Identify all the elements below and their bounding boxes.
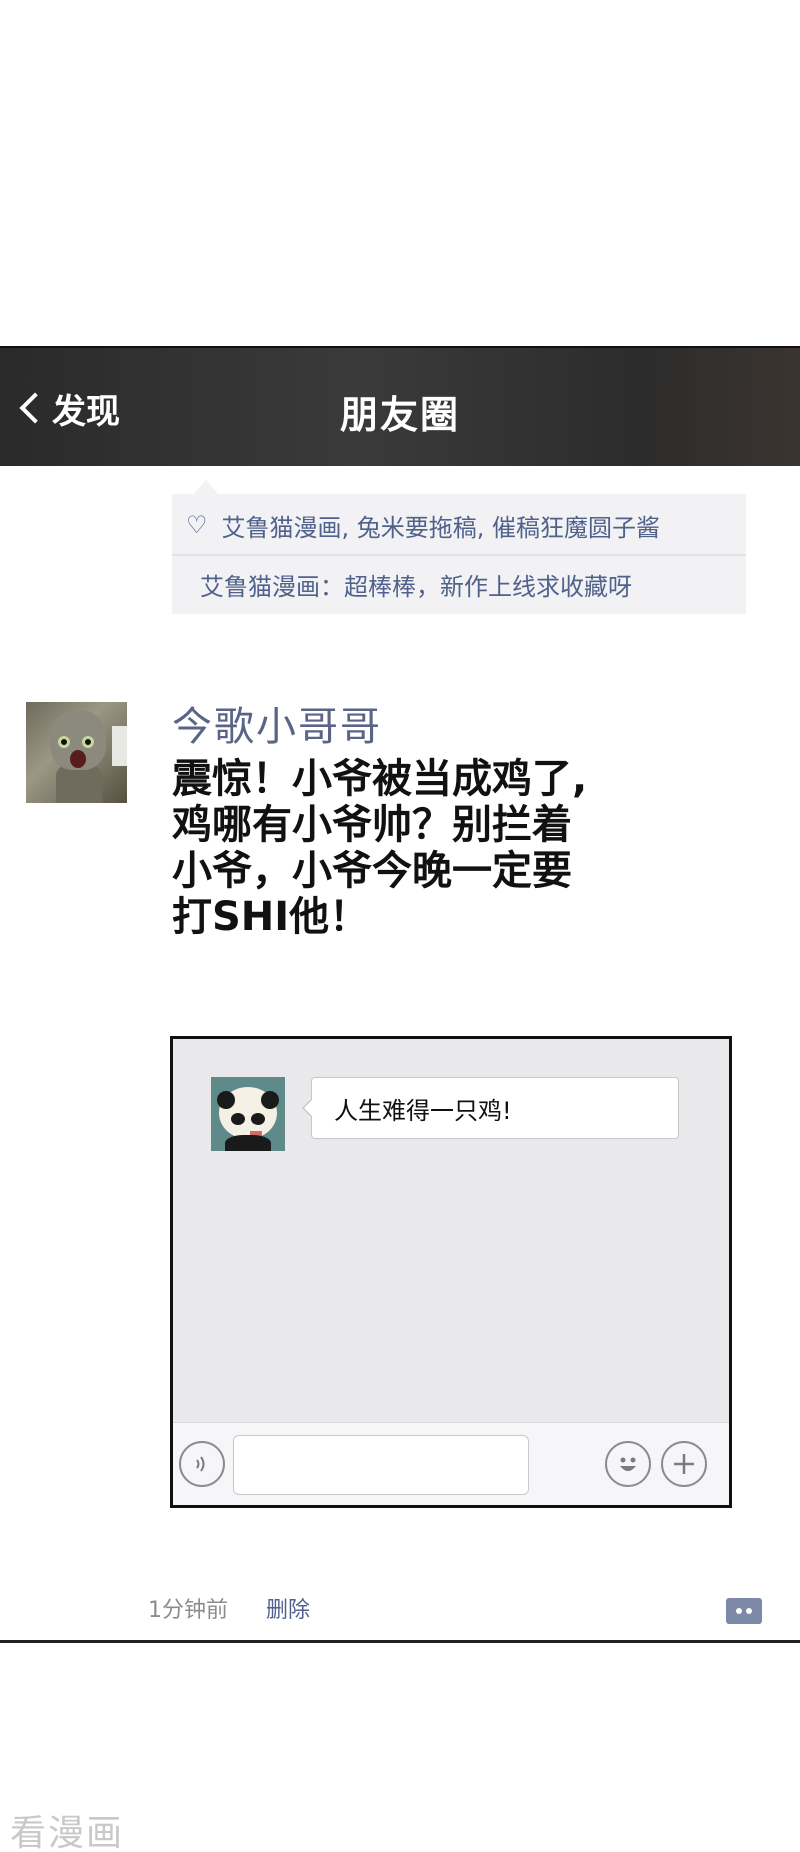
heart-icon: ♡ (186, 511, 208, 539)
watermark: 看漫画 (10, 1813, 125, 1852)
likes-row: ♡ 艾鲁猫漫画, 兔米要拖稿, 催稿狂魔圆子酱 (186, 508, 660, 542)
post-text: 震惊！小爷被当成鸡了, 鸡哪有小爷帅？别拦着 小爷，小爷今晚一定要 打SHI他！ (172, 756, 692, 940)
divider (172, 554, 746, 556)
panda-face (217, 1087, 279, 1141)
chat-screenshot-image[interactable]: 人生难得一只鸡! (170, 1036, 732, 1508)
panda-eye-right (251, 1113, 265, 1125)
plus-icon-graphic (674, 1454, 694, 1474)
comment-author[interactable]: 艾鲁猫漫画 (200, 567, 320, 602)
avatar-stripe (112, 726, 127, 766)
panda-avatar (211, 1077, 285, 1151)
moments-screen: 发现 朋友圈 ♡ 艾鲁猫漫画, 兔米要拖稿, 催稿狂魔圆子酱 艾鲁猫漫画 ： 超… (0, 346, 800, 1643)
panda-eye-left (231, 1113, 245, 1125)
comment-icon[interactable] (726, 1598, 762, 1624)
navbar: 发现 朋友圈 (0, 346, 800, 466)
likes-list[interactable]: 艾鲁猫漫画, 兔米要拖稿, 催稿狂魔圆子酱 (222, 508, 661, 543)
page-title: 朋友圈 (339, 393, 460, 437)
chat-message-bubble: 人生难得一只鸡! (302, 1077, 679, 1139)
panda-ear-left (217, 1091, 235, 1109)
likes-comments-box: ♡ 艾鲁猫漫画, 兔米要拖稿, 催稿狂魔圆子酱 艾鲁猫漫画 ： 超棒棒，新作上线… (172, 480, 746, 614)
comment-item[interactable]: 艾鲁猫漫画 ： 超棒棒，新作上线求收藏呀 (200, 566, 632, 602)
post-line: 鸡哪有小爷帅？别拦着 (172, 802, 572, 848)
post-line: 小爷，小爷今晚一定要 (172, 848, 572, 894)
top-blank-area (0, 0, 800, 346)
panda-body (225, 1135, 271, 1151)
post-line: 震惊！小爷被当成鸡了, (172, 756, 588, 802)
comment-icon-dot (746, 1608, 752, 1614)
panda-ear-right (261, 1091, 279, 1109)
post-time: 1分钟前 (148, 1598, 228, 1623)
emoji-icon[interactable] (605, 1441, 651, 1487)
emoji-icon-graphic (620, 1457, 636, 1471)
voice-icon[interactable] (179, 1441, 225, 1487)
plus-icon[interactable] (661, 1441, 707, 1487)
delete-button[interactable]: 删除 (266, 1592, 310, 1624)
cat-eye-left (58, 736, 70, 748)
poster-name[interactable]: 今歌小哥哥 (172, 694, 382, 752)
chat-text-input[interactable] (233, 1435, 529, 1495)
voice-icon-graphic (196, 1456, 205, 1472)
post-line: 打SHI他！ (172, 894, 370, 940)
cat-eye-right (82, 736, 94, 748)
comment-separator: ： (320, 572, 344, 601)
poster-avatar[interactable] (26, 702, 127, 803)
cat-mouth-shape (70, 750, 86, 768)
post-meta: 1分钟前 删除 (148, 1592, 310, 1624)
comment-text: 超棒棒，新作上线求收藏呀 (344, 572, 632, 601)
chat-input-bar (173, 1422, 729, 1505)
comment-icon-dot (736, 1608, 742, 1614)
